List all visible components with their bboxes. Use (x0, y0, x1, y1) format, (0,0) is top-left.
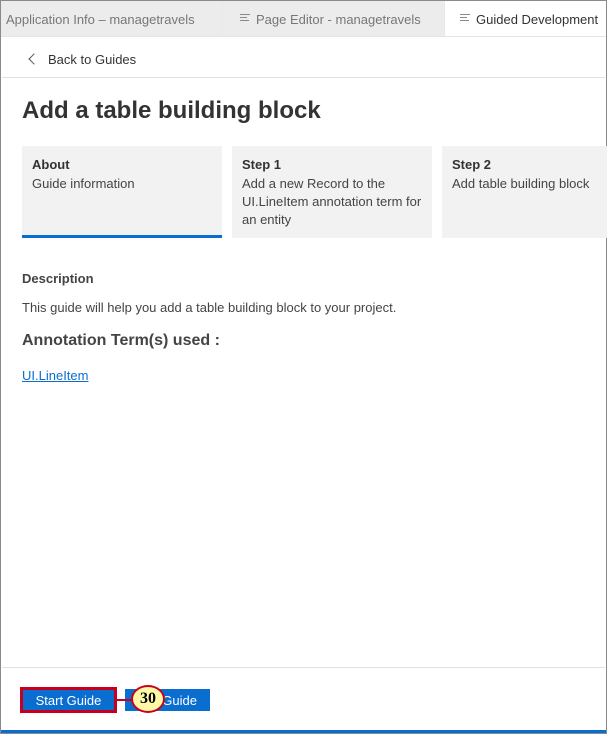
header-divider (2, 77, 605, 78)
tab-bar: Application Info – managetravels Page Ed… (1, 1, 606, 37)
description-label: Description (22, 271, 94, 286)
step-description: Add a new Record to the UI.LineItem anno… (242, 176, 422, 227)
document-lines-icon (240, 13, 250, 23)
tab-page-editor[interactable]: Page Editor - managetravels (223, 1, 445, 36)
tab-label: Page Editor - managetravels (256, 11, 421, 27)
tab-label: Guided Development (476, 11, 599, 27)
tab-guided-development[interactable]: Guided Development (445, 1, 606, 36)
bottom-accent-bar (1, 730, 606, 733)
step-title: Step 2 (452, 157, 492, 172)
step-card-step-1[interactable]: Step 1 Add a new Record to the UI.LineIt… (232, 146, 432, 238)
chevron-left-icon (28, 53, 40, 65)
annotation-term-link[interactable]: UI.LineItem (22, 368, 88, 383)
page-title: Add a table building block (22, 97, 321, 124)
back-to-guides-link[interactable]: Back to Guides (27, 49, 136, 69)
description-text: This guide will help you add a table bui… (22, 300, 397, 315)
tab-application-info[interactable]: Application Info – managetravels (1, 1, 223, 36)
footer-divider (2, 667, 605, 668)
back-label: Back to Guides (48, 51, 137, 67)
tab-label: Application Info – managetravels (6, 11, 195, 27)
step-description: Add table building block (452, 176, 590, 191)
step-card-step-2[interactable]: Step 2 Add table building block (442, 146, 607, 238)
start-guide-button[interactable]: Start Guide (20, 687, 117, 713)
step-card-about[interactable]: About Guide information (22, 146, 222, 238)
step-title: About (32, 157, 70, 172)
annotation-terms-label: Annotation Term(s) used : (22, 332, 220, 349)
document-lines-icon (460, 13, 470, 23)
step-callout-badge: 30 (131, 685, 165, 713)
step-description: Guide information (32, 176, 135, 191)
step-title: Step 1 (242, 157, 282, 172)
